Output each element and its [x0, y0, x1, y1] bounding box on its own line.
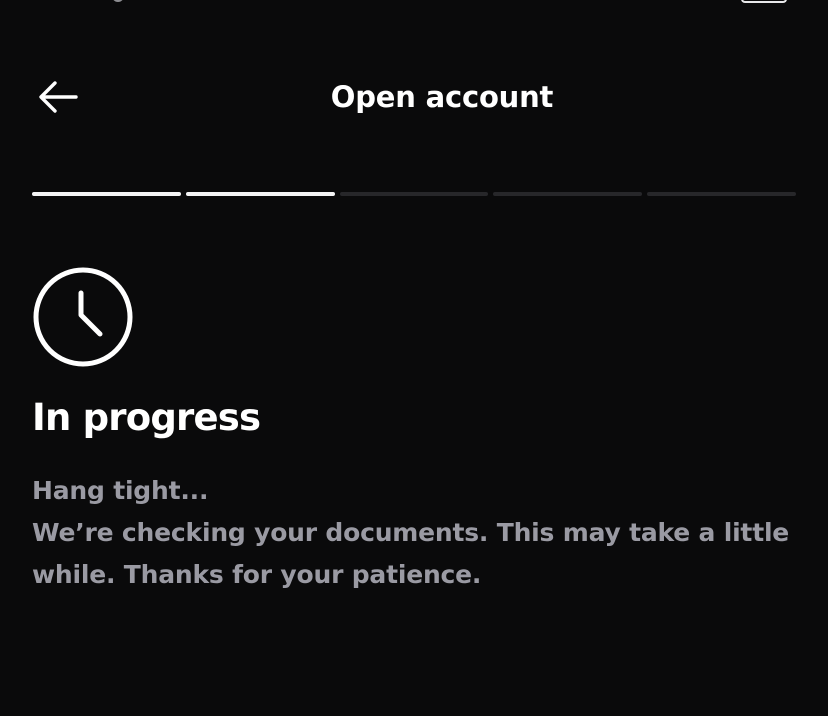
status-message: Hang tight... We’re checking your docume…	[32, 470, 802, 596]
status-heading: In progress	[32, 396, 261, 439]
step-progress	[32, 192, 796, 197]
progress-step-3	[339, 192, 489, 196]
progress-step-4	[493, 192, 643, 196]
message-line: while. Thanks for your patience.	[32, 560, 482, 589]
message-line: We’re checking your documents. This may …	[32, 518, 790, 547]
progress-step-1	[32, 192, 181, 196]
page-title: Open account	[330, 80, 554, 114]
status-bar	[0, 0, 828, 8]
progress-step-5	[647, 192, 796, 196]
clock-icon	[33, 267, 133, 367]
header: Open account	[0, 62, 828, 132]
message-line: Hang tight...	[32, 476, 209, 505]
battery-icon	[741, 0, 787, 3]
progress-step-2	[185, 192, 335, 196]
signal-icon	[112, 0, 124, 2]
